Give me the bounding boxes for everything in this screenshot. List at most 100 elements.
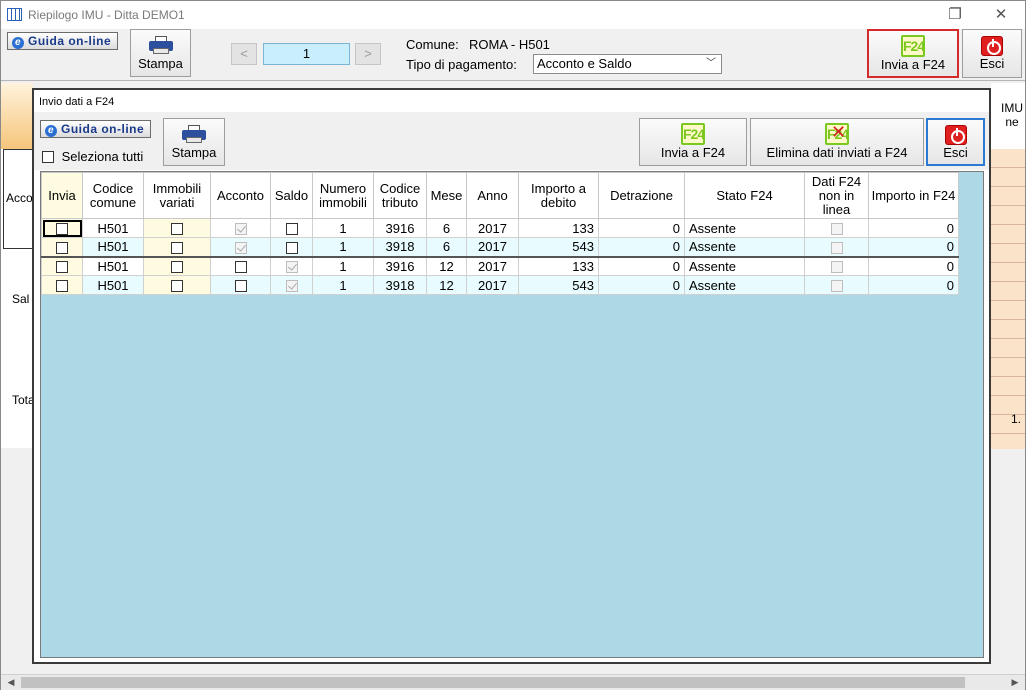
mese-cell: 12 xyxy=(426,255,467,276)
scroll-right-icon[interactable]: ▶ xyxy=(1007,675,1023,690)
non-in-linea-cell xyxy=(804,218,869,238)
invia-cell[interactable] xyxy=(41,218,83,238)
codice-comune-cell: H501 xyxy=(82,275,144,295)
dialog-esci-button[interactable]: Esci xyxy=(926,118,985,166)
page-number-field[interactable]: 1 xyxy=(263,43,350,65)
elimina-dati-f24-button[interactable]: F24 ✕ Elimina dati inviati a F24 xyxy=(750,118,924,166)
tipo-pagamento-label: Tipo di pagamento: xyxy=(406,57,517,72)
non-in-linea-cell xyxy=(804,237,869,257)
immobili-variati-cell[interactable] xyxy=(143,275,211,295)
power-icon xyxy=(944,125,967,145)
invia-checkbox[interactable] xyxy=(56,223,68,236)
column-header[interactable]: Stato F24 xyxy=(684,172,805,219)
dialog-guida-online-button[interactable]: e Guida on-line xyxy=(40,120,152,138)
column-header[interactable]: Numero immobili xyxy=(312,172,374,219)
invia-checkbox[interactable] xyxy=(56,241,68,254)
guida-online-label: Guida on-line xyxy=(28,34,112,48)
column-header[interactable]: Dati F24 non in linea xyxy=(804,172,869,219)
column-header[interactable]: Anno xyxy=(466,172,519,219)
non-in-linea-cell xyxy=(804,255,869,276)
main-toolbar: e Guida on-line Stampa < 1 > Comune: ROMA… xyxy=(1,29,1025,81)
stato-f24-cell: Assente xyxy=(684,255,805,276)
scrollbar-thumb[interactable] xyxy=(21,677,965,688)
dialog-stampa-button[interactable]: Stampa xyxy=(163,118,225,166)
stato-f24-cell: Assente xyxy=(684,275,805,295)
codice-comune-cell: H501 xyxy=(82,218,144,238)
checkbox-icon[interactable] xyxy=(42,150,54,163)
tipo-pagamento-select[interactable]: Acconto e Saldo ﹀ xyxy=(533,54,722,74)
immobili-variati-checkbox[interactable] xyxy=(171,280,183,293)
codice-tributo-cell: 3916 xyxy=(373,255,427,276)
dialog-invia-f24-label: Invia a F24 xyxy=(660,145,726,160)
saldo-cell xyxy=(270,275,313,295)
invia-cell[interactable] xyxy=(41,255,83,276)
numero-immobili-cell: 1 xyxy=(312,237,374,257)
esci-button[interactable]: Esci xyxy=(962,29,1022,78)
ie-icon: e xyxy=(45,125,57,137)
importo-f24-cell: 0 xyxy=(868,218,959,238)
next-page-button[interactable]: > xyxy=(355,43,381,65)
invia-cell[interactable] xyxy=(41,275,83,295)
column-header[interactable]: Saldo xyxy=(270,172,313,219)
anno-cell: 2017 xyxy=(466,255,519,276)
background-total-value: 1. xyxy=(1011,412,1022,426)
column-header[interactable]: Importo in F24 xyxy=(868,172,959,219)
f24-table: Invia Codice comune Immobili variati Acc… xyxy=(41,172,959,295)
dialog-invia-f24-button[interactable]: F24 Invia a F24 xyxy=(639,118,747,166)
table-row[interactable]: H501 1 3918 12 2017 543 0 Assente 0 xyxy=(41,275,959,295)
column-header[interactable]: Importo a debito xyxy=(518,172,599,219)
f24-icon: F24 xyxy=(901,35,925,57)
scroll-left-icon[interactable]: ◀ xyxy=(3,675,19,690)
dialog-toolbar: e Guida on-line Seleziona tutti Stampa F2… xyxy=(34,112,989,170)
comune-label: Comune: xyxy=(406,37,459,52)
non-in-linea-checkbox xyxy=(830,223,843,236)
background-right-panel: IMU ne 1. xyxy=(991,83,1025,449)
restore-icon[interactable]: ❐ xyxy=(935,4,975,26)
immobili-variati-cell[interactable] xyxy=(143,255,211,276)
importo-debito-cell: 133 xyxy=(518,218,599,238)
acconto-checkbox xyxy=(234,241,247,254)
immobili-variati-checkbox[interactable] xyxy=(171,261,183,274)
mese-cell: 6 xyxy=(426,237,467,257)
acconto-checkbox xyxy=(234,280,247,293)
column-header[interactable]: Mese xyxy=(426,172,467,219)
codice-comune-cell: H501 xyxy=(82,237,144,257)
invia-f24-button[interactable]: F24 Invia a F24 xyxy=(867,29,959,78)
close-icon[interactable]: ✕ xyxy=(981,4,1021,26)
column-header[interactable]: Codice tributo xyxy=(373,172,427,219)
column-header[interactable]: Immobili variati xyxy=(143,172,211,219)
horizontal-scrollbar[interactable]: ◀ ▶ xyxy=(1,674,1025,690)
column-header[interactable]: Invia xyxy=(41,172,83,219)
invia-checkbox[interactable] xyxy=(56,261,68,274)
stampa-label: Stampa xyxy=(138,56,183,71)
numero-immobili-cell: 1 xyxy=(312,255,374,276)
column-header[interactable]: Codice comune xyxy=(82,172,144,219)
prev-page-button[interactable]: < xyxy=(231,43,257,65)
esci-label: Esci xyxy=(979,56,1005,71)
dialog-stampa-label: Stampa xyxy=(171,145,217,160)
invia-cell[interactable] xyxy=(41,237,83,257)
guida-online-button[interactable]: e Guida on-line xyxy=(7,32,119,50)
immobili-variati-cell[interactable] xyxy=(143,218,211,238)
invia-checkbox[interactable] xyxy=(56,280,68,293)
table-row[interactable]: H501 1 3916 12 2017 133 0 Assente 0 xyxy=(41,255,959,276)
acconto-cell xyxy=(210,255,271,276)
stampa-button[interactable]: Stampa xyxy=(130,29,191,77)
f24-delete-icon: F24 ✕ xyxy=(825,123,849,145)
immobili-variati-checkbox[interactable] xyxy=(171,241,183,254)
table-row[interactable]: H501 1 3918 6 2017 543 0 Assente 0 xyxy=(41,237,959,257)
column-header[interactable]: Acconto xyxy=(210,172,271,219)
importo-debito-cell: 543 xyxy=(518,275,599,295)
numero-immobili-cell: 1 xyxy=(312,275,374,295)
seleziona-tutti-checkbox[interactable]: Seleziona tutti xyxy=(42,148,143,164)
anno-cell: 2017 xyxy=(466,218,519,238)
table-row[interactable]: H501 1 3916 6 2017 133 0 Assente 0 xyxy=(41,218,959,238)
column-header[interactable]: Detrazione xyxy=(598,172,685,219)
non-in-linea-checkbox xyxy=(830,241,843,254)
importo-debito-cell: 133 xyxy=(518,255,599,276)
importo-f24-cell: 0 xyxy=(868,255,959,276)
app-grid-icon xyxy=(7,8,22,21)
immobili-variati-cell[interactable] xyxy=(143,237,211,257)
immobili-variati-checkbox[interactable] xyxy=(171,223,183,236)
dialog-esci-label: Esci xyxy=(943,145,968,160)
